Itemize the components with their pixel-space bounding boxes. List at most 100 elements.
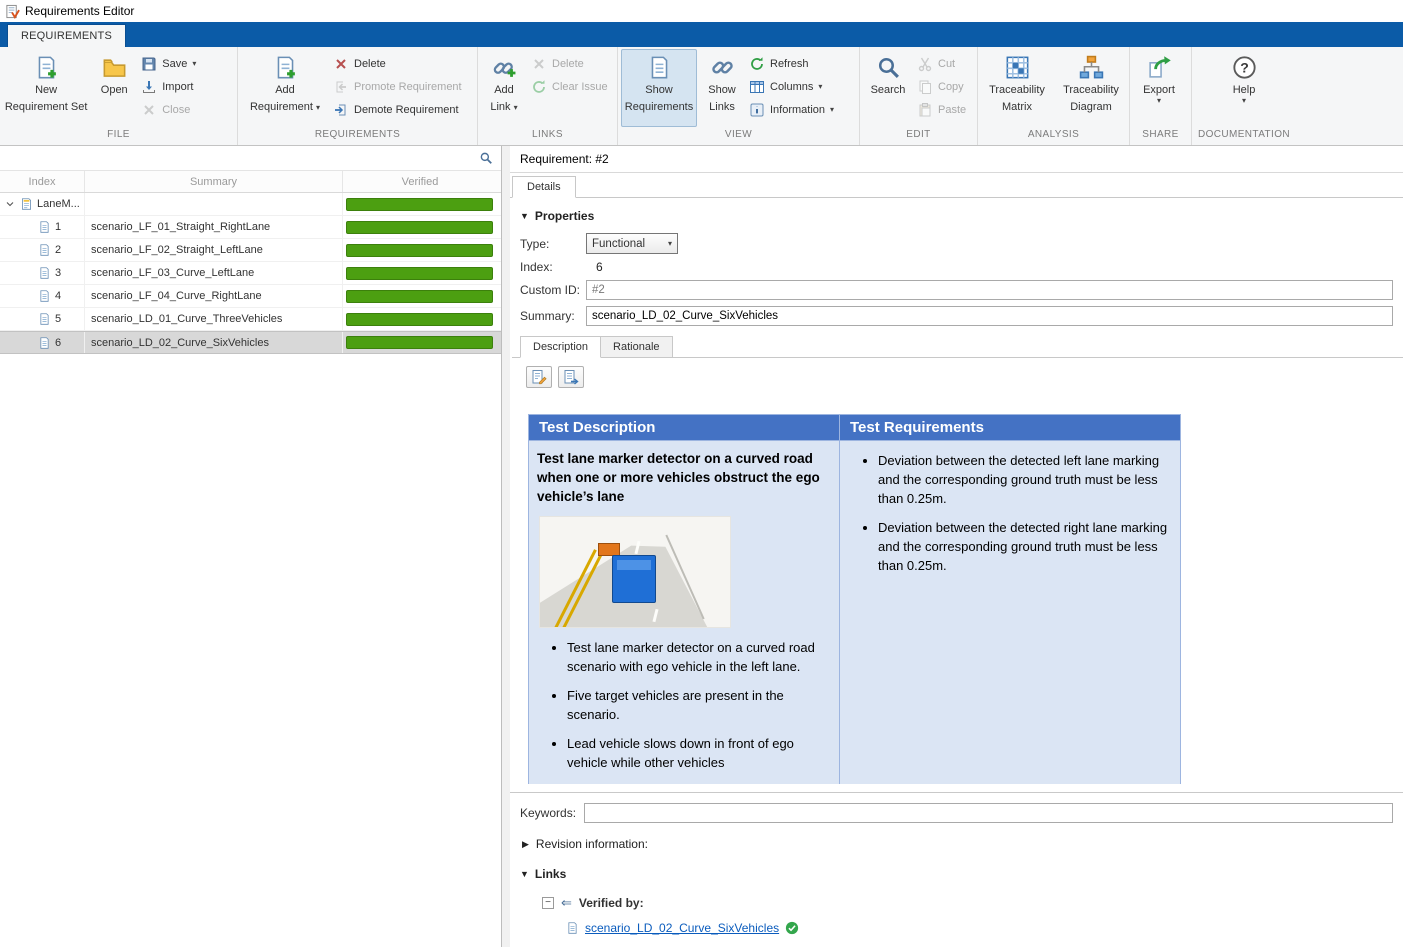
verified-bar bbox=[346, 198, 493, 211]
verified-by-link[interactable]: scenario_LD_02_Curve_SixVehicles bbox=[585, 921, 779, 935]
description-content[interactable]: Test Description Test Requirements Test … bbox=[528, 414, 1403, 784]
export-caret-icon[interactable]: ▾ bbox=[1157, 97, 1161, 105]
paste-label: Paste bbox=[938, 104, 966, 116]
promote-requirement-label: Promote Requirement bbox=[354, 81, 462, 93]
ribbon-group-edit-label: EDIT bbox=[863, 127, 974, 144]
verified-by-group: − ⇐ Verified by: bbox=[542, 895, 1403, 911]
column-header-index[interactable]: Index bbox=[0, 171, 85, 192]
search-icon bbox=[876, 55, 901, 80]
information-button[interactable]: Information ▾ bbox=[747, 100, 856, 120]
tab-requirements[interactable]: REQUIREMENTS bbox=[7, 24, 126, 47]
links-heading[interactable]: ▼ Links bbox=[520, 867, 1403, 881]
promote-requirement-button[interactable]: Promote Requirement bbox=[331, 77, 473, 97]
help-caret-icon[interactable]: ▾ bbox=[1242, 97, 1246, 105]
edit-rich-text-button[interactable] bbox=[526, 366, 552, 388]
add-requirement-caret-icon[interactable]: ▾ bbox=[316, 103, 320, 112]
demote-requirement-button[interactable]: Demote Requirement bbox=[331, 100, 473, 120]
row-summary: scenario_LF_01_Straight_RightLane bbox=[91, 221, 270, 233]
verified-bar bbox=[346, 313, 493, 326]
tree-row-3[interactable]: 3 scenario_LF_03_Curve_LeftLane bbox=[0, 262, 501, 285]
add-link-button[interactable]: Add Link ▾ bbox=[481, 49, 527, 127]
show-links-button[interactable]: Show Links bbox=[699, 49, 745, 127]
columns-button[interactable]: Columns ▾ bbox=[747, 77, 856, 97]
tree-row-5[interactable]: 5 scenario_LD_01_Curve_ThreeVehicles bbox=[0, 308, 501, 331]
links-heading-label: Links bbox=[535, 867, 566, 881]
tree-row-root[interactable]: LaneM... bbox=[0, 193, 501, 216]
paste-button[interactable]: Paste bbox=[915, 100, 973, 120]
copy-icon bbox=[917, 79, 933, 95]
requirement-icon bbox=[38, 243, 51, 257]
row-verified-cell bbox=[343, 262, 497, 284]
table-header-test-description: Test Description bbox=[529, 415, 840, 441]
type-select[interactable]: Functional ▾ bbox=[586, 233, 678, 254]
save-dropdown-caret-icon[interactable]: ▾ bbox=[192, 60, 196, 68]
ribbon: New Requirement Set Open Save ▾ Import bbox=[0, 47, 1403, 146]
ribbon-group-view-label: VIEW bbox=[621, 127, 856, 144]
add-link-caret-icon[interactable]: ▾ bbox=[514, 103, 518, 112]
row-summary: scenario_LF_04_Curve_RightLane bbox=[91, 290, 262, 302]
ribbon-group-requirements-label: REQUIREMENTS bbox=[241, 127, 474, 144]
tab-details[interactable]: Details bbox=[512, 176, 576, 198]
tree-panel-toolbar bbox=[0, 146, 501, 171]
tree-row-6-selected[interactable]: 6 scenario_LD_02_Curve_SixVehicles bbox=[0, 331, 501, 354]
open-external-editor-button[interactable] bbox=[558, 366, 584, 388]
test-requirements-cell: Deviation between the detected left lane… bbox=[840, 441, 1181, 785]
copy-button[interactable]: Copy bbox=[915, 77, 973, 97]
column-header-summary[interactable]: Summary bbox=[85, 171, 343, 192]
row-summary: scenario_LD_02_Curve_SixVehicles bbox=[91, 337, 269, 349]
ribbon-group-links-label: LINKS bbox=[481, 127, 614, 144]
ribbon-group-documentation-label: DOCUMENTATION bbox=[1195, 127, 1293, 144]
add-link-icon bbox=[492, 55, 517, 80]
row-summary: scenario_LF_02_Straight_LeftLane bbox=[91, 244, 263, 256]
show-requirements-button[interactable]: Show Requirements bbox=[621, 49, 697, 127]
tab-rationale[interactable]: Rationale bbox=[601, 336, 672, 358]
column-search-icon[interactable] bbox=[479, 151, 493, 165]
new-requirement-set-label-2: Requirement Set bbox=[5, 101, 88, 114]
tree-row-1[interactable]: 1 scenario_LF_01_Straight_RightLane bbox=[0, 216, 501, 239]
clear-issue-button[interactable]: Clear Issue bbox=[529, 77, 614, 97]
collapse-chevron-icon[interactable] bbox=[4, 198, 16, 210]
traceability-diagram-button[interactable]: Traceability Diagram bbox=[1055, 49, 1127, 127]
summary-input[interactable] bbox=[586, 306, 1393, 326]
add-requirement-button[interactable]: Add Requirement ▾ bbox=[241, 49, 329, 127]
window-title: Requirements Editor bbox=[25, 4, 134, 18]
tree-row-2[interactable]: 2 scenario_LF_02_Straight_LeftLane bbox=[0, 239, 501, 262]
test-description-table: Test Description Test Requirements Test … bbox=[528, 414, 1181, 784]
requirements-editor-window: Requirements Editor REQUIREMENTS New Req… bbox=[0, 0, 1403, 947]
ribbon-group-documentation: Help ▾ DOCUMENTATION bbox=[1192, 47, 1296, 145]
row-summary-cell: scenario_LF_04_Curve_RightLane bbox=[85, 285, 343, 307]
export-button[interactable]: Export ▾ bbox=[1133, 49, 1185, 127]
refresh-button[interactable]: Refresh bbox=[747, 54, 856, 74]
new-requirement-set-button[interactable]: New Requirement Set bbox=[3, 49, 89, 127]
folder-icon bbox=[102, 55, 127, 80]
traceability-matrix-button[interactable]: Traceability Matrix bbox=[981, 49, 1053, 127]
information-caret-icon[interactable]: ▾ bbox=[830, 106, 834, 114]
test-requirements-bullets: Deviation between the detected left lane… bbox=[848, 451, 1172, 575]
collapse-box-icon[interactable]: − bbox=[542, 897, 554, 909]
delete-requirement-button[interactable]: Delete bbox=[331, 54, 473, 74]
close-button[interactable]: Close bbox=[139, 100, 234, 120]
paste-icon bbox=[917, 102, 933, 118]
open-button[interactable]: Open bbox=[91, 49, 137, 127]
column-header-verified[interactable]: Verified bbox=[343, 171, 497, 192]
section-divider bbox=[510, 792, 1403, 793]
add-requirement-label-2: Requirement ▾ bbox=[250, 101, 320, 114]
help-button[interactable]: Help ▾ bbox=[1216, 49, 1272, 127]
import-button[interactable]: Import bbox=[139, 77, 234, 97]
custom-id-input[interactable] bbox=[586, 280, 1393, 300]
delete-link-button[interactable]: Delete bbox=[529, 54, 614, 74]
properties-heading[interactable]: ▼ Properties bbox=[520, 209, 1393, 223]
root-label: LaneM... bbox=[37, 198, 80, 210]
refresh-label: Refresh bbox=[770, 58, 809, 70]
tab-description[interactable]: Description bbox=[520, 336, 601, 358]
cut-button[interactable]: Cut bbox=[915, 54, 973, 74]
add-link-label-2: Link ▾ bbox=[490, 101, 517, 114]
search-button[interactable]: Search bbox=[863, 49, 913, 127]
save-button[interactable]: Save ▾ bbox=[139, 54, 234, 74]
revision-information-toggle[interactable]: ▶ Revision information: bbox=[522, 837, 1403, 851]
panel-splitter[interactable] bbox=[502, 146, 510, 947]
tree-row-4[interactable]: 4 scenario_LF_04_Curve_RightLane bbox=[0, 285, 501, 308]
columns-caret-icon[interactable]: ▾ bbox=[818, 83, 822, 91]
keywords-input[interactable] bbox=[584, 803, 1393, 823]
save-icon bbox=[141, 56, 157, 72]
